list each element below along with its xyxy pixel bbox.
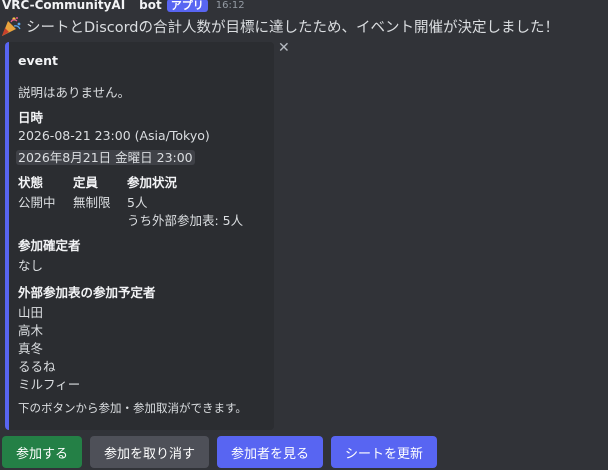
timestamp: 16:12: [215, 0, 245, 11]
list-item: 山田: [18, 305, 44, 320]
capacity-value: 無制限: [73, 195, 111, 210]
status-label: 状態: [18, 175, 44, 190]
cancel-join-button[interactable]: 参加を取り消す: [90, 436, 210, 468]
datetime-raw: 2026-08-21 23:00 (Asia/Tokyo): [18, 128, 210, 143]
embed-title: event: [18, 53, 58, 68]
list-item: ミルフィー: [18, 377, 81, 392]
join-button[interactable]: 参加する: [2, 436, 83, 468]
author-name[interactable]: VRC-CommunityAI: [2, 0, 125, 12]
status-value: 公開中: [18, 195, 56, 210]
party-popper-icon: [2, 17, 21, 36]
message-content: シートとDiscordの合計人数が目標に達したため、イベント開催が決定しました！: [0, 15, 559, 37]
list-item: 高木: [18, 323, 44, 338]
datetime-local[interactable]: 2026年8月21日 金曜日 23:00: [16, 150, 195, 165]
external-label: 外部参加表の参加予定者: [18, 285, 156, 300]
participation-label: 参加状況: [127, 175, 178, 190]
bot-name[interactable]: bot: [139, 0, 162, 12]
message-header: VRC-CommunityAI bot アプリ 16:12: [2, 0, 245, 12]
message-text: シートとDiscordの合計人数が目標に達したため、イベント開催が決定しました！: [26, 19, 559, 36]
capacity-label: 定員: [73, 175, 99, 190]
participation-value: 5人: [127, 195, 148, 210]
list-item: るるね: [18, 359, 56, 374]
view-participants-button[interactable]: 参加者を見る: [217, 436, 324, 468]
participation-external: うち外部参加表: 5人: [127, 213, 244, 228]
datetime-label: 日時: [18, 110, 44, 125]
app-badge: アプリ: [166, 0, 208, 12]
event-embed: event 説明はありません。 日時 2026-08-21 23:00 (Asi…: [5, 42, 274, 430]
list-item: 真冬: [18, 341, 44, 356]
confirmed-value: なし: [18, 258, 44, 273]
refresh-sheet-button[interactable]: シートを更新: [331, 436, 438, 468]
confirmed-label: 参加確定者: [18, 238, 81, 253]
close-icon[interactable]: ✕: [278, 40, 290, 56]
action-buttons: 参加する 参加を取り消す 参加者を見る シートを更新: [2, 436, 438, 468]
embed-description: 説明はありません。: [18, 85, 131, 100]
embed-footer: 下のボタンから参加・参加取消ができます。: [18, 401, 247, 415]
